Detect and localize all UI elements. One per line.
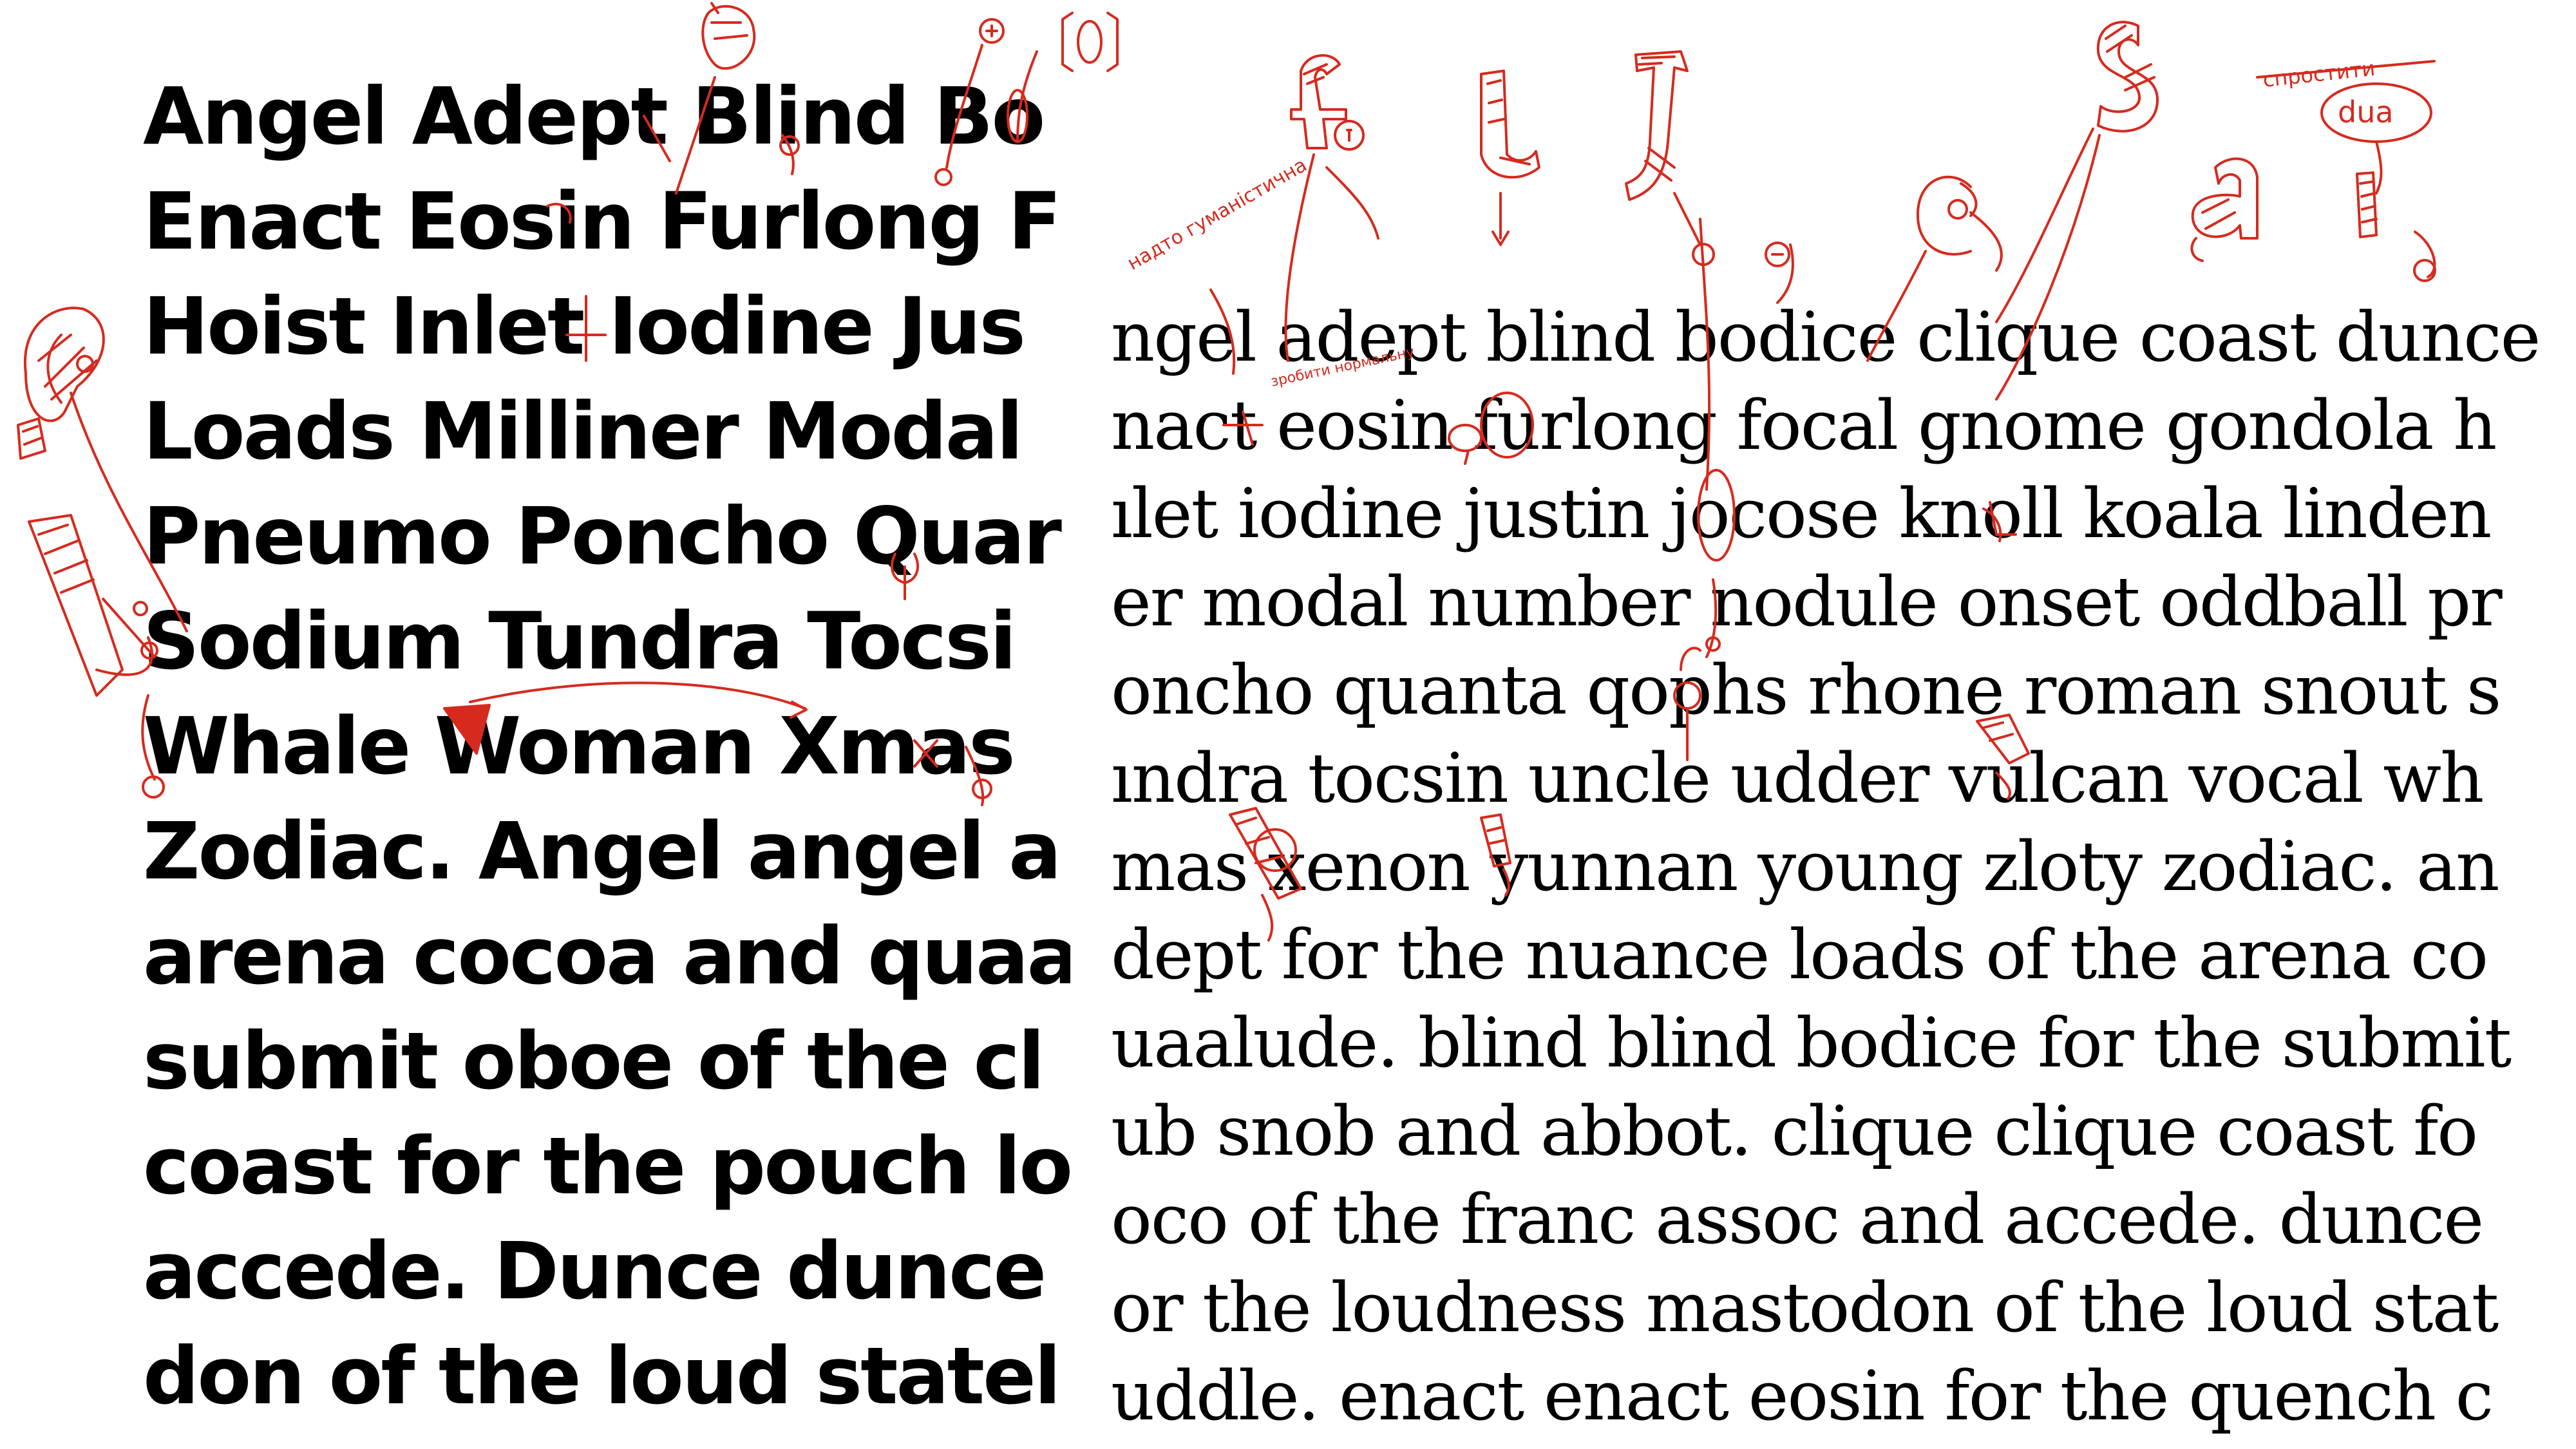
- display-line: submit oboe of the cl: [143, 1016, 1045, 1107]
- text-line: oncho quanta qophs rhone roman snout s: [1111, 650, 2501, 730]
- text-specimen-lines: ngel adept blind bodice clique coast dun…: [1111, 293, 2576, 1440]
- text-line: uddle. enact enact eosin for the quench …: [1111, 1356, 2494, 1435]
- text-line: dept for the nuance loads of the arena c…: [1111, 915, 2488, 994]
- text-line: er modal number nodule onset oddball pr: [1111, 562, 2503, 641]
- text-line: oco of the franc assoc and accede. dunce: [1111, 1180, 2484, 1259]
- display-line: don of the loud statel: [143, 1331, 1061, 1422]
- display-line: Whale Woman Xmas: [143, 701, 1016, 792]
- text-line: ngel adept blind bodice clique coast dun…: [1111, 298, 2541, 377]
- display-specimen-lines: Angel Adept Blind Bo Enact Eosin Furlong…: [143, 64, 1070, 1429]
- display-line: Loads Milliner Modal: [143, 386, 1023, 477]
- display-line: Hoist Inlet Iodine Jus: [143, 281, 1026, 372]
- text-specimen-panel: ngel adept blind bodice clique coast dun…: [1111, 0, 2576, 1449]
- text-line: or the loudness mastodon of the loud sta…: [1111, 1268, 2499, 1347]
- display-line: arena cocoa and quaa: [143, 911, 1070, 1002]
- display-line: Enact Eosin Furlong F: [143, 176, 1061, 267]
- text-line: ındra tocsin uncle udder vulcan vocal wh: [1111, 739, 2484, 818]
- display-line: coast for the pouch lo: [143, 1121, 1070, 1212]
- display-line: Zodiac. Angel angel a: [143, 806, 1061, 897]
- display-specimen-panel: Angel Adept Blind Bo Enact Eosin Furlong…: [0, 0, 1070, 1449]
- display-line: Sodium Tundra Tocsi: [143, 596, 1017, 687]
- display-line: Angel Adept Blind Bo: [143, 71, 1045, 162]
- text-line: nact eosin furlong focal gnome gondola h: [1111, 386, 2497, 465]
- text-line: ılet iodine justin jocose knoll koala li…: [1111, 474, 2492, 553]
- display-line: Pneumo Poncho Quar: [143, 491, 1062, 582]
- text-line: mas xenon yunnan young zloty zodiac. an: [1111, 827, 2500, 906]
- text-line: ub snob and abbot. clique clique coast f…: [1111, 1092, 2478, 1171]
- display-line: accede. Dunce dunce: [143, 1226, 1046, 1317]
- text-line: uaalude. blind blind bodice for the subm…: [1111, 1003, 2512, 1083]
